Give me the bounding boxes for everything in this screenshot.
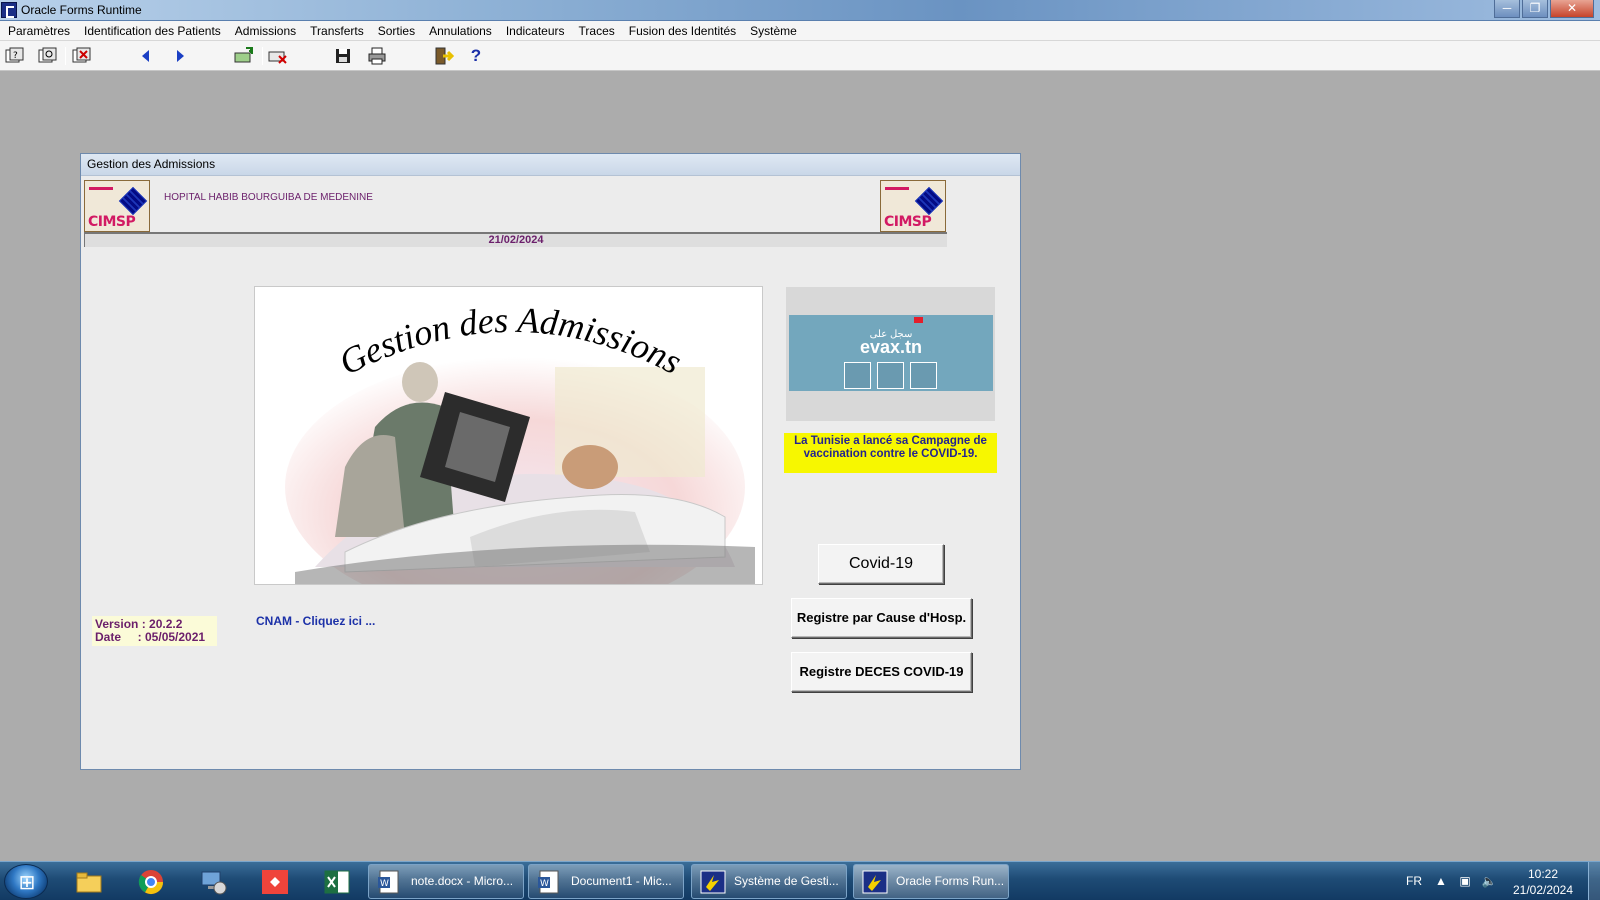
task-label: Oracle Forms Run... (896, 874, 1005, 888)
query-cancel-icon[interactable] (71, 46, 93, 66)
system-clock[interactable]: 10:22 21/02/2024 (1500, 866, 1586, 898)
clock-time: 10:22 (1527, 867, 1559, 881)
anydesk-icon (262, 870, 288, 894)
query-enter-icon[interactable]: ? (4, 46, 26, 66)
registre-cause-hosp-button[interactable]: Registre par Cause d'Hosp. (791, 598, 972, 638)
computer-icon (877, 362, 904, 389)
logo-diamond (914, 186, 944, 216)
menu-parametres[interactable]: Paramètres (1, 21, 77, 41)
folder-icon (76, 872, 102, 893)
delete-record-icon[interactable] (267, 46, 289, 66)
network-icon[interactable]: ▣ (1457, 874, 1473, 888)
menu-indicateurs[interactable]: Indicateurs (499, 21, 572, 41)
tunisia-flag-icon (914, 317, 923, 323)
oracle-forms-app-icon (1, 2, 17, 18)
logo-stripe (885, 187, 909, 190)
covid-19-button[interactable]: Covid-19 (818, 544, 944, 584)
toolbar-separator (262, 47, 263, 65)
file-explorer-pin[interactable] (61, 865, 117, 899)
cimsp-logo-left: CIMSP (84, 180, 150, 232)
oracle-forms-icon (862, 870, 888, 894)
registre-deces-covid-button[interactable]: Registre DECES COVID-19 (791, 652, 972, 692)
next-record-icon[interactable] (169, 46, 191, 66)
exit-icon[interactable] (432, 46, 455, 66)
logo-stripe (89, 187, 113, 190)
svg-text:?: ? (13, 51, 18, 61)
menu-identification-patients[interactable]: Identification des Patients (77, 21, 228, 41)
header-band: CIMSP HOPITAL HABIB BOURGUIBA DE MEDENIN… (84, 179, 947, 232)
version-info: Version : 20.2.2 Date : 05/05/2021 (92, 616, 217, 646)
menu-systeme[interactable]: Système (743, 21, 804, 41)
menu-sorties[interactable]: Sorties (371, 21, 422, 41)
excel-pin[interactable] (309, 865, 365, 899)
query-execute-icon[interactable] (37, 46, 59, 66)
form-title: Gestion des Admissions (81, 154, 1020, 176)
window-controls: ─ ❐ ✕ (1492, 0, 1594, 18)
task-label: Système de Gesti... (734, 874, 839, 888)
evax-banner[interactable]: سجل على evax.tn (786, 287, 995, 421)
language-indicator[interactable]: FR (1406, 874, 1422, 888)
menu-fusion-identites[interactable]: Fusion des Identités (622, 21, 743, 41)
show-desktop-button[interactable] (1588, 862, 1600, 900)
start-button[interactable] (4, 864, 49, 899)
window-titlebar: Oracle Forms Runtime ─ ❐ ✕ (0, 0, 1600, 21)
menu-admissions[interactable]: Admissions (228, 21, 303, 41)
toolbar: ? ? (0, 41, 1600, 71)
clock-date: 21/02/2024 (1512, 883, 1574, 897)
cimsp-logo-right: CIMSP (880, 180, 946, 232)
task-label: note.docx - Micro... (411, 874, 514, 888)
current-date: 21/02/2024 (84, 232, 947, 247)
svg-text:W: W (540, 879, 549, 889)
task-label: Document1 - Mic... (571, 874, 672, 888)
help-icon[interactable]: ? (465, 46, 487, 66)
evax-brand: evax.tn (859, 337, 923, 357)
chrome-icon (138, 870, 163, 895)
taskbar: W note.docx - Micro... W Document1 - Mic… (0, 861, 1600, 900)
task-oracle-forms[interactable]: Oracle Forms Run... (853, 864, 1009, 899)
previous-record-icon[interactable] (135, 46, 157, 66)
logo-text: CIMSP (884, 214, 932, 230)
save-icon[interactable] (332, 46, 354, 66)
print-icon[interactable] (366, 46, 388, 66)
mobile-icon (910, 362, 937, 389)
volume-icon[interactable]: 🔈 (1481, 874, 1497, 888)
chrome-pin[interactable] (123, 865, 179, 899)
logo-text: CIMSP (88, 214, 136, 230)
computer-network-icon (201, 871, 227, 895)
task-note-docx[interactable]: W note.docx - Micro... (368, 864, 524, 899)
task-systeme-gestion[interactable]: Système de Gesti... (691, 864, 847, 899)
close-button[interactable]: ✕ (1550, 0, 1594, 18)
cnam-link[interactable]: CNAM - Cliquez ici ... (256, 614, 375, 628)
word-document-icon: W (538, 870, 559, 894)
window-title: Oracle Forms Runtime (21, 3, 142, 17)
anydesk-pin[interactable] (247, 865, 303, 899)
network-app-pin[interactable] (185, 865, 241, 899)
admissions-form-window: Gestion des Admissions CIMSP HOPITAL HAB… (80, 153, 1021, 770)
version-date-line: Date : 05/05/2021 (95, 630, 206, 644)
splash-image: Gestion des Admissions (254, 286, 763, 585)
menu-transferts[interactable]: Transferts (303, 21, 371, 41)
task-document1[interactable]: W Document1 - Mic... (528, 864, 684, 899)
minimize-button[interactable]: ─ (1494, 0, 1520, 18)
menu-annulations[interactable]: Annulations (422, 21, 499, 41)
svg-text:W: W (380, 879, 389, 889)
phone-icon (844, 362, 871, 389)
splash-illustration: Gestion des Admissions (285, 300, 755, 584)
evax-panel: سجل على evax.tn (789, 315, 993, 391)
menu-bar: Paramètres Identification des Patients A… (0, 21, 1600, 41)
insert-record-icon[interactable] (233, 46, 255, 66)
word-document-icon: W (378, 870, 399, 894)
excel-icon (324, 870, 350, 894)
covid-vaccination-notice: La Tunisie a lancé sa Campagne de vaccin… (784, 433, 997, 473)
logo-diamond (118, 186, 148, 216)
hospital-name: HOPITAL HABIB BOURGUIBA DE MEDENINE (164, 192, 373, 203)
restore-button[interactable]: ❐ (1522, 0, 1548, 18)
menu-traces[interactable]: Traces (572, 21, 622, 41)
oracle-forms-icon (700, 870, 726, 894)
show-hidden-icons-icon[interactable]: ▲ (1433, 874, 1449, 888)
toolbar-separator (65, 47, 66, 65)
